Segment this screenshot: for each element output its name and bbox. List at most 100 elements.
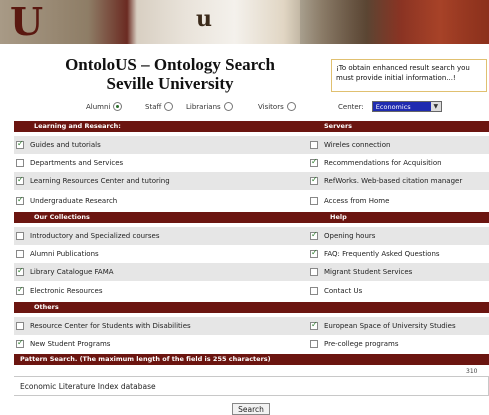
checkbox[interactable] (310, 320, 318, 330)
section-title-right: Servers (324, 122, 353, 130)
radio-button[interactable] (164, 102, 174, 111)
role-librarians[interactable]: Librarians (186, 102, 233, 111)
checkbox[interactable] (16, 159, 24, 167)
radio-button[interactable] (286, 102, 296, 111)
section-title-left: Our Collections (34, 213, 90, 221)
option-pre-college[interactable]: Pre-college programs (310, 335, 398, 353)
option-label: Library Catalogue FAMA (30, 268, 114, 276)
center-select[interactable]: Economics ▼ (371, 101, 442, 112)
option-label: Guides and tutorials (30, 141, 101, 149)
center-select-value: Economics (375, 103, 411, 111)
option-row: Introductory and Specialized courses Ope… (14, 227, 489, 245)
option-refworks[interactable]: RefWorks. Web-based citation manager (310, 172, 462, 190)
option-electronic-resources[interactable]: Electronic Resources (16, 282, 102, 300)
option-label: FAQ: Frequently Asked Questions (324, 250, 440, 258)
chevron-down-icon[interactable]: ▼ (430, 102, 441, 111)
option-wireless[interactable]: Wireles connection (310, 136, 390, 154)
option-migrant-services[interactable]: Migrant Student Services (310, 263, 412, 281)
option-row: Electronic Resources Contact Us (14, 282, 489, 300)
option-label: Contact Us (324, 287, 363, 295)
banner-seal-letter: u (196, 6, 212, 32)
radio-button[interactable] (223, 102, 233, 111)
role-staff[interactable]: Staff (145, 102, 174, 111)
option-courses[interactable]: Introductory and Specialized courses (16, 227, 160, 245)
role-label: Librarians (186, 102, 221, 111)
checkbox[interactable] (310, 197, 318, 205)
title-line-1: OntoloUS – Ontology Search (65, 55, 275, 74)
option-label: Introductory and Specialized courses (30, 232, 160, 240)
option-disabilities-center[interactable]: Resource Center for Students with Disabi… (16, 317, 191, 335)
checkbox[interactable] (310, 141, 318, 149)
role-visitors[interactable]: Visitors (258, 102, 296, 111)
checkbox[interactable] (16, 139, 24, 149)
section-header-others: Others (14, 302, 489, 313)
option-row: Learning Resources Center and tutoring R… (14, 172, 489, 190)
option-row: Resource Center for Students with Disabi… (14, 317, 489, 335)
checkbox[interactable] (310, 287, 318, 295)
option-row: Guides and tutorials Wireles connection (14, 136, 489, 154)
center-selector: Center: Economics ▼ (338, 101, 442, 112)
pattern-search-input[interactable]: Economic Literature Index database (14, 376, 489, 396)
option-recommendations[interactable]: Recommendations for Acquisition (310, 154, 442, 172)
option-row: New Student Programs Pre-college program… (14, 335, 489, 353)
option-catalogue[interactable]: Library Catalogue FAMA (16, 263, 114, 281)
role-label: Visitors (258, 102, 284, 111)
checkbox[interactable] (310, 268, 318, 276)
option-new-student[interactable]: New Student Programs (16, 335, 110, 353)
option-learning-center[interactable]: Learning Resources Center and tutoring (16, 172, 170, 190)
option-label: Departments and Services (30, 159, 124, 167)
checkbox[interactable] (16, 266, 24, 276)
option-label: Pre-college programs (324, 340, 399, 348)
option-faq[interactable]: FAQ: Frequently Asked Questions (310, 245, 440, 263)
option-row: Departments and Services Recommendations… (14, 154, 489, 172)
option-row: Alumni Publications FAQ: Frequently Aske… (14, 245, 489, 263)
option-departments[interactable]: Departments and Services (16, 154, 123, 172)
banner-logo-letter: U (10, 0, 44, 44)
section-header-pattern-search: Pattern Search. (The maximum length of t… (14, 354, 489, 365)
section-header-collections: Our Collections Help (14, 212, 489, 223)
option-label: Recommendations for Acquisition (324, 159, 442, 167)
character-counter: 310 (466, 368, 478, 375)
option-label: New Student Programs (30, 340, 111, 348)
page-title: OntoloUS – Ontology Search Seville Unive… (40, 55, 300, 93)
checkbox[interactable] (16, 250, 24, 258)
checkbox[interactable] (16, 338, 24, 348)
option-row: Library Catalogue FAMA Migrant Student S… (14, 263, 489, 281)
option-label: Opening hours (324, 232, 376, 240)
role-label: Staff (145, 102, 162, 111)
option-label: Undergraduate Research (30, 197, 118, 205)
checkbox[interactable] (16, 232, 24, 240)
checkbox[interactable] (310, 248, 318, 258)
option-label: RefWorks. Web-based citation manager (324, 177, 463, 185)
checkbox[interactable] (16, 285, 24, 295)
option-label: European Space of University Studies (324, 322, 456, 330)
search-button[interactable]: Search (232, 403, 270, 415)
radio-button[interactable] (113, 102, 123, 111)
option-alumni-publications[interactable]: Alumni Publications (16, 245, 99, 263)
role-label: Alumni (86, 102, 111, 111)
info-note: ¡To obtain enhanced result search you mu… (331, 59, 487, 92)
title-line-2: Seville University (106, 74, 234, 93)
center-label: Center: (338, 102, 364, 111)
checkbox[interactable] (310, 230, 318, 240)
option-label: Access from Home (324, 197, 390, 205)
checkbox[interactable] (310, 340, 318, 348)
checkbox[interactable] (16, 322, 24, 330)
checkbox[interactable] (310, 175, 318, 185)
option-row: Undergraduate Research Access from Home (14, 192, 489, 210)
role-alumni[interactable]: Alumni (86, 102, 123, 111)
section-header-learning: Learning and Research: Servers (14, 121, 489, 132)
checkbox[interactable] (16, 195, 24, 205)
option-access-home[interactable]: Access from Home (310, 192, 389, 210)
option-contact[interactable]: Contact Us (310, 282, 362, 300)
option-opening-hours[interactable]: Opening hours (310, 227, 375, 245)
option-guides[interactable]: Guides and tutorials (16, 136, 101, 154)
section-title-left: Pattern Search. (The maximum length of t… (20, 355, 271, 363)
banner-image (300, 0, 489, 44)
section-title-right: Help (330, 213, 347, 221)
option-label: Alumni Publications (30, 250, 99, 258)
option-european-space[interactable]: European Space of University Studies (310, 317, 456, 335)
checkbox[interactable] (310, 157, 318, 167)
option-undergraduate[interactable]: Undergraduate Research (16, 192, 117, 210)
checkbox[interactable] (16, 175, 24, 185)
